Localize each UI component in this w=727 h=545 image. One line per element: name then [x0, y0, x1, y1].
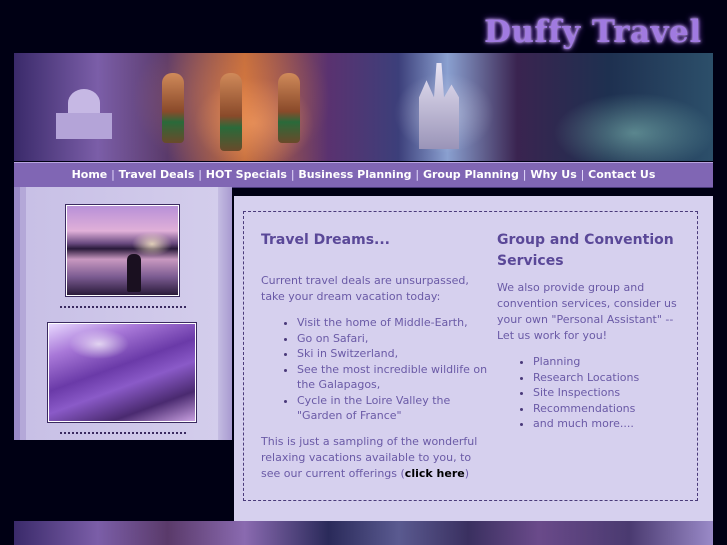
- nav-business-planning[interactable]: Business Planning: [298, 168, 411, 181]
- nav-contact-us[interactable]: Contact Us: [588, 168, 655, 181]
- list-item: Research Locations: [533, 370, 687, 386]
- dotted-divider: [60, 306, 186, 308]
- nav-travel-deals[interactable]: Travel Deals: [119, 168, 195, 181]
- group-services-list: Planning Research Locations Site Inspect…: [497, 354, 687, 432]
- outro-end: ): [464, 466, 469, 480]
- nav-separator: |: [111, 168, 115, 181]
- site-logo[interactable]: Duffy Travel: [484, 14, 702, 50]
- group-services-heading: Group and Convention Services: [497, 232, 674, 269]
- sidebar: [14, 187, 232, 440]
- nav-group-planning[interactable]: Group Planning: [423, 168, 519, 181]
- footer-image-strip: [14, 521, 713, 545]
- nav-separator: |: [522, 168, 527, 181]
- nav-separator: |: [198, 168, 202, 181]
- travel-dreams-outro: This is just a sampling of the wonderful…: [261, 434, 489, 482]
- nav-hot-specials[interactable]: HOT Specials: [206, 168, 287, 181]
- main-nav: Home | Travel Deals | HOT Specials | Bus…: [14, 162, 713, 188]
- nav-why-us[interactable]: Why Us: [530, 168, 576, 181]
- list-item: Go on Safari,: [297, 331, 489, 347]
- list-item: Cycle in the Loire Valley the "Garden of…: [297, 393, 489, 424]
- travel-dreams-heading: Travel Dreams...: [261, 232, 391, 248]
- main-content: Travel Dreams... Current travel deals ar…: [234, 196, 713, 521]
- nav-home[interactable]: Home: [72, 168, 108, 181]
- taj-mahal-graphic: [54, 83, 114, 143]
- travel-dreams-intro: Current travel deals are unsurpassed, ta…: [261, 274, 469, 303]
- list-item: See the most incredible wildlife on the …: [297, 362, 489, 393]
- click-here-link[interactable]: click here: [405, 467, 465, 480]
- castle-graphic: [419, 63, 459, 149]
- list-item: Visit the home of Middle-Earth,: [297, 315, 489, 331]
- list-item: and much more....: [533, 416, 687, 432]
- hula-dancers-graphic: [132, 53, 332, 161]
- list-item: Recommendations: [533, 401, 687, 417]
- list-item: Ski in Switzerland,: [297, 346, 489, 362]
- list-item: Site Inspections: [533, 385, 687, 401]
- group-services-column: Group and Convention Services We also pr…: [497, 230, 687, 432]
- nav-separator: |: [580, 168, 585, 181]
- ocean-sky-photo: [48, 323, 196, 422]
- dotted-divider: [60, 432, 186, 434]
- travel-dreams-list: Visit the home of Middle-Earth, Go on Sa…: [261, 315, 489, 424]
- nav-separator: |: [415, 168, 420, 181]
- content-dashed-box: Travel Dreams... Current travel deals ar…: [243, 211, 698, 501]
- sunset-lake-photo: [66, 205, 179, 296]
- travel-dreams-column: Travel Dreams... Current travel deals ar…: [261, 230, 489, 482]
- list-item: Planning: [533, 354, 687, 370]
- nav-separator: |: [290, 168, 295, 181]
- group-services-intro: We also provide group and convention ser…: [497, 281, 677, 342]
- header-banner-image: [14, 53, 713, 161]
